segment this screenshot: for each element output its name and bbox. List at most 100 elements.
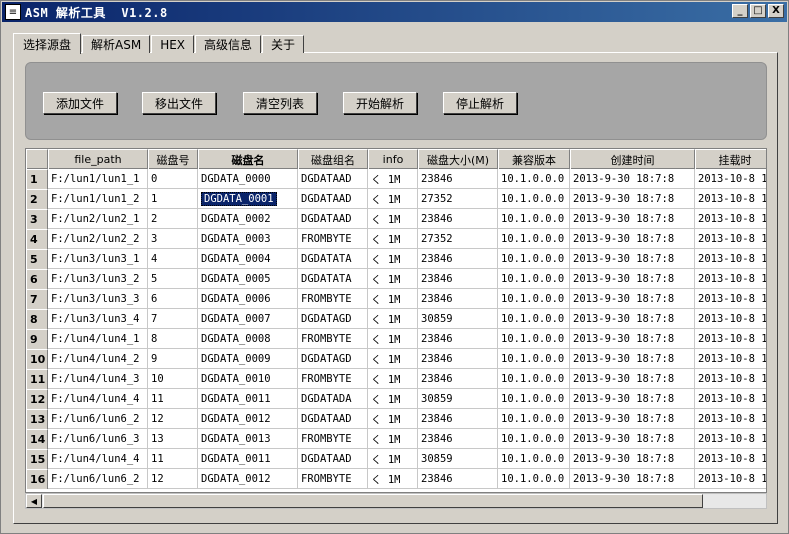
table-cell[interactable]: 10.1.0.0.0 [498, 269, 570, 289]
table-cell[interactable]: DGDATA_0003 [198, 229, 298, 249]
table-cell[interactable]: 23846 [418, 249, 498, 269]
scroll-left-arrow-icon[interactable]: ◀ [26, 494, 42, 508]
table-cell[interactable]: 2013-9-30 18:7:8 [570, 429, 695, 449]
table-row[interactable]: 4 F:/lun2/lun2_2 3 DGDATA_0003 FROMBYTE く 1M 2… [26, 229, 766, 249]
table-row[interactable]: 15 F:/lun4/lun4_4 11 DGDATA_0011 DGDATAAD く 1… [26, 449, 766, 469]
table-cell[interactable]: く 1M [368, 329, 418, 349]
tab-select-source[interactable]: 选择源盘 [13, 33, 82, 54]
row-number[interactable]: 16 [26, 469, 48, 489]
table-cell[interactable]: 27352 [418, 189, 498, 209]
table-cell[interactable]: F:/lun3/lun3_2 [48, 269, 148, 289]
table-cell[interactable]: DGDATA_0005 [198, 269, 298, 289]
table-cell[interactable]: 23846 [418, 329, 498, 349]
table-cell[interactable]: FROMBYTE [298, 289, 368, 309]
table-cell[interactable]: く 1M [368, 429, 418, 449]
tab-about[interactable]: 关于 [262, 35, 305, 53]
table-cell[interactable]: DGDATA_0009 [198, 349, 298, 369]
table-cell[interactable]: 2013-9-30 18:7:8 [570, 469, 695, 489]
table-cell[interactable]: F:/lun1/lun1_1 [48, 169, 148, 189]
table-cell[interactable]: 23846 [418, 169, 498, 189]
table-cell[interactable]: 2013-9-30 18:7:8 [570, 169, 695, 189]
table-cell[interactable]: DGDATA_0008 [198, 329, 298, 349]
table-row[interactable]: 9 F:/lun4/lun4_1 8 DGDATA_0008 FROMBYTE く 1M 2… [26, 329, 766, 349]
table-cell[interactable]: 2013-9-30 18:7:8 [570, 249, 695, 269]
table-cell[interactable]: く 1M [368, 469, 418, 489]
table-cell[interactable]: FROMBYTE [298, 429, 368, 449]
table-cell[interactable]: 11 [148, 449, 198, 469]
table-cell[interactable]: F:/lun4/lun4_3 [48, 369, 148, 389]
table-cell[interactable]: DGDATAAD [298, 209, 368, 229]
table-cell[interactable]: 2013-9-30 18:7:8 [570, 209, 695, 229]
table-row[interactable]: 6 F:/lun3/lun3_2 5 DGDATA_0005 DGDATATA く 1M 2… [26, 269, 766, 289]
table-cell[interactable]: 9 [148, 349, 198, 369]
table-cell[interactable]: 2013-10-8 11 [695, 329, 766, 349]
table-cell[interactable]: 10.1.0.0.0 [498, 429, 570, 449]
table-cell[interactable]: 2013-10-8 11 [695, 289, 766, 309]
column-header[interactable]: 磁盘名 [198, 149, 298, 169]
table-cell[interactable]: F:/lun2/lun2_1 [48, 209, 148, 229]
table-cell[interactable]: 2013-9-30 18:7:8 [570, 309, 695, 329]
row-number[interactable]: 10 [26, 349, 48, 369]
table-cell[interactable]: く 1M [368, 209, 418, 229]
table-cell[interactable]: 23846 [418, 429, 498, 449]
table-cell[interactable]: 2013-10-8 11 [695, 389, 766, 409]
table-cell[interactable]: 11 [148, 389, 198, 409]
table-cell[interactable]: 10.1.0.0.0 [498, 409, 570, 429]
table-cell[interactable]: 2013-10-8 11 [695, 309, 766, 329]
table-row[interactable]: 2 F:/lun1/lun1_2 1 DGDATA_0001 DGDATAAD く 1M 2… [26, 189, 766, 209]
table-cell[interactable]: 2013-9-30 18:7:8 [570, 289, 695, 309]
table-cell[interactable]: DGDATAAD [298, 409, 368, 429]
row-number[interactable]: 8 [26, 309, 48, 329]
maximize-button[interactable]: □ [750, 4, 766, 18]
table-cell[interactable]: 10.1.0.0.0 [498, 169, 570, 189]
table-cell[interactable]: く 1M [368, 409, 418, 429]
table-cell[interactable]: DGDATA_0002 [198, 209, 298, 229]
table-cell[interactable]: DGDATA_0012 [198, 469, 298, 489]
table-cell[interactable]: FROMBYTE [298, 369, 368, 389]
row-number[interactable]: 13 [26, 409, 48, 429]
table-cell[interactable]: 2013-10-8 11 [695, 269, 766, 289]
table-cell[interactable]: 10.1.0.0.0 [498, 449, 570, 469]
table-row[interactable]: 13 F:/lun6/lun6_2 12 DGDATA_0012 DGDATAAD く 1… [26, 409, 766, 429]
table-cell[interactable]: DGDATA_0007 [198, 309, 298, 329]
tab-hex[interactable]: HEX [151, 35, 195, 53]
minimize-button[interactable]: _ [732, 4, 748, 18]
table-row[interactable]: 1 F:/lun1/lun1_1 0 DGDATA_0000 DGDATAAD く 1M 2… [26, 169, 766, 189]
table-cell[interactable]: F:/lun6/lun6_2 [48, 409, 148, 429]
column-header[interactable]: 创建时间 [570, 149, 695, 169]
table-cell[interactable]: DGDATA_0001 [198, 189, 298, 209]
row-number[interactable]: 12 [26, 389, 48, 409]
table-cell[interactable]: 10.1.0.0.0 [498, 249, 570, 269]
title-bar[interactable]: ≡ ASM 解析工具 V1.2.8 _ □ X [2, 2, 787, 22]
table-cell[interactable]: く 1M [368, 309, 418, 329]
close-button[interactable]: X [768, 4, 784, 18]
table-cell[interactable]: 30859 [418, 389, 498, 409]
table-cell[interactable]: 23846 [418, 369, 498, 389]
table-cell[interactable]: 10.1.0.0.0 [498, 389, 570, 409]
table-cell[interactable]: く 1M [368, 229, 418, 249]
table-cell[interactable]: 2013-9-30 18:7:8 [570, 189, 695, 209]
table-cell[interactable]: 2013-9-30 18:7:8 [570, 389, 695, 409]
table-cell[interactable]: 23846 [418, 469, 498, 489]
table-cell[interactable]: 10.1.0.0.0 [498, 469, 570, 489]
table-cell[interactable]: F:/lun4/lun4_2 [48, 349, 148, 369]
table-cell[interactable]: 2013-10-8 11 [695, 469, 766, 489]
table-cell[interactable]: 2013-10-8 11 [695, 349, 766, 369]
table-cell[interactable]: DGDATA_0013 [198, 429, 298, 449]
table-cell[interactable]: 2013-9-30 18:7:8 [570, 369, 695, 389]
start-parse-button[interactable]: 开始解析 [343, 92, 417, 114]
table-cell[interactable]: 30859 [418, 449, 498, 469]
table-cell[interactable]: く 1M [368, 449, 418, 469]
table-cell[interactable]: DGDATAAD [298, 189, 368, 209]
table-cell[interactable]: FROMBYTE [298, 329, 368, 349]
table-cell[interactable]: 2013-10-8 11 [695, 189, 766, 209]
table-cell[interactable]: F:/lun3/lun3_3 [48, 289, 148, 309]
table-row[interactable]: 8 F:/lun3/lun3_4 7 DGDATA_0007 DGDATAGD く 1M 3… [26, 309, 766, 329]
table-cell[interactable]: DGDATATA [298, 249, 368, 269]
row-number[interactable]: 1 [26, 169, 48, 189]
row-number[interactable]: 2 [26, 189, 48, 209]
table-cell[interactable]: 2013-10-8 11 [695, 409, 766, 429]
table-cell[interactable]: 3 [148, 229, 198, 249]
disk-table[interactable]: file_path 磁盘号 磁盘名 磁盘组名 info 磁盘大小(M) 兼容版本 创建时间 挂载… [25, 148, 767, 493]
table-cell[interactable]: DGDATAAD [298, 169, 368, 189]
